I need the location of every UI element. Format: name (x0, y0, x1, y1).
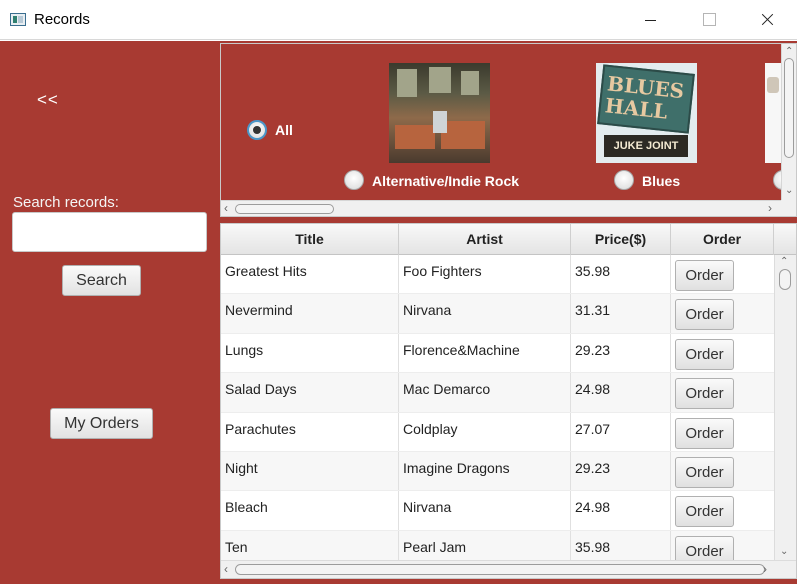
genre-scroll-pane: All Alternative/Indie Rock BLUES HALL JU… (220, 43, 797, 217)
cell-title: Night (221, 452, 399, 491)
column-header-title[interactable]: Title (221, 224, 399, 255)
order-button[interactable]: Order (675, 338, 734, 370)
table-horizontal-scrollbar[interactable]: ‹ › (221, 560, 796, 578)
cell-artist: Pearl Jam (399, 530, 571, 560)
my-orders-button[interactable]: My Orders (50, 408, 153, 439)
cell-title: Nevermind (221, 294, 399, 333)
cell-title: Salad Days (221, 373, 399, 412)
minimize-icon[interactable] (628, 0, 674, 40)
table-row[interactable]: Greatest Hits Foo Fighters 35.98 Order (221, 255, 774, 295)
scroll-down-icon[interactable]: ⌄ (780, 547, 788, 557)
scroll-thumb[interactable] (784, 58, 794, 158)
cell-artist: Florence&Machine (399, 333, 571, 373)
cell-price: 27.07 (571, 412, 671, 451)
cell-price: 35.98 (571, 530, 671, 560)
scroll-thumb[interactable] (235, 564, 765, 575)
back-button[interactable]: << (37, 90, 59, 110)
cell-title: Greatest Hits (221, 255, 399, 294)
scroll-left-icon[interactable]: ‹ (224, 202, 228, 214)
table-row[interactable]: Nevermind Nirvana 31.31 Order (221, 294, 774, 334)
scroll-up-icon[interactable]: ⌃ (780, 257, 788, 267)
order-button[interactable]: Order (675, 378, 734, 410)
table-row[interactable]: Parachutes Coldplay 27.07 Order (221, 412, 774, 452)
radio-all[interactable] (247, 120, 267, 140)
column-header-order[interactable]: Order (671, 224, 774, 255)
cell-title: Ten (221, 530, 399, 560)
cell-title: Lungs (221, 333, 399, 373)
genre-label-blues: Blues (642, 173, 681, 189)
order-button[interactable]: Order (675, 299, 734, 331)
order-button[interactable]: Order (675, 417, 734, 449)
scroll-left-icon[interactable]: ‹ (224, 563, 228, 575)
genre-list: All Alternative/Indie Rock BLUES HALL JU… (221, 44, 781, 200)
cell-title: Parachutes (221, 412, 399, 451)
maximize-icon[interactable] (686, 0, 732, 40)
table-row[interactable]: Ten Pearl Jam 35.98 Order (221, 530, 774, 560)
cell-price: 29.23 (571, 452, 671, 491)
cell-artist: Foo Fighters (399, 255, 571, 294)
cell-price: 31.31 (571, 294, 671, 333)
cell-title: Bleach (221, 491, 399, 530)
table-row[interactable]: Lungs Florence&Machine 29.23 Order (221, 333, 774, 374)
cell-price: 29.23 (571, 333, 671, 373)
cell-artist: Imagine Dragons (399, 452, 571, 491)
genre-label-all: All (275, 122, 293, 138)
table-row[interactable]: Salad Days Mac Demarco 24.98 Order (221, 373, 774, 413)
genre-horizontal-scrollbar[interactable]: ‹ › (221, 200, 781, 216)
cell-artist: Nirvana (399, 491, 571, 530)
records-table: Title Artist Price($) Order Greatest Hit… (220, 223, 797, 579)
column-header-artist[interactable]: Artist (399, 224, 571, 255)
order-button[interactable]: Order (675, 457, 734, 488)
table-body: Greatest Hits Foo Fighters 35.98 Order N… (221, 255, 774, 560)
table-vertical-scrollbar[interactable]: ⌃ ⌄ (774, 255, 796, 560)
table-row[interactable]: Night Imagine Dragons 29.23 Order (221, 452, 774, 492)
app-icon (10, 13, 26, 26)
scroll-right-icon[interactable]: › (763, 563, 767, 575)
cell-artist: Mac Demarco (399, 373, 571, 412)
radio-next-genre[interactable] (773, 170, 781, 190)
genre-vertical-scrollbar[interactable]: ⌃ ⌄ (781, 44, 796, 200)
app-body: << Search records: Search My Orders All … (0, 41, 797, 584)
order-button[interactable]: Order (675, 496, 734, 528)
scroll-thumb[interactable] (779, 269, 791, 290)
search-label: Search records: (13, 194, 119, 211)
table-header: Title Artist Price($) Order (221, 224, 796, 255)
search-input[interactable] (12, 212, 207, 252)
close-icon[interactable] (744, 0, 790, 40)
scroll-up-icon[interactable]: ⌃ (785, 47, 793, 57)
order-button[interactable]: Order (675, 260, 734, 291)
scroll-right-icon[interactable]: › (768, 202, 772, 214)
scroll-corner (781, 200, 796, 216)
partial-album-cover[interactable] (765, 63, 781, 163)
scroll-thumb[interactable] (235, 204, 334, 214)
subway-interior-album-cover[interactable] (389, 63, 490, 163)
scroll-down-icon[interactable]: ⌄ (785, 186, 793, 196)
blues-hall-sign-album-cover[interactable]: BLUES HALL JUKE JOINT (596, 63, 697, 163)
cell-price: 24.98 (571, 373, 671, 412)
genre-label-alternative: Alternative/Indie Rock (372, 173, 520, 189)
cell-price: 35.98 (571, 255, 671, 294)
order-button[interactable]: Order (675, 535, 734, 560)
title-bar: Records (0, 0, 797, 40)
radio-alternative-indie-rock[interactable] (344, 170, 364, 190)
radio-blues[interactable] (614, 170, 634, 190)
cell-artist: Nirvana (399, 294, 571, 333)
window-title: Records (34, 11, 90, 28)
table-row[interactable]: Bleach Nirvana 24.98 Order (221, 491, 774, 531)
cell-artist: Coldplay (399, 412, 571, 451)
column-header-price[interactable]: Price($) (571, 224, 671, 255)
cell-price: 24.98 (571, 491, 671, 530)
search-button[interactable]: Search (62, 265, 141, 296)
